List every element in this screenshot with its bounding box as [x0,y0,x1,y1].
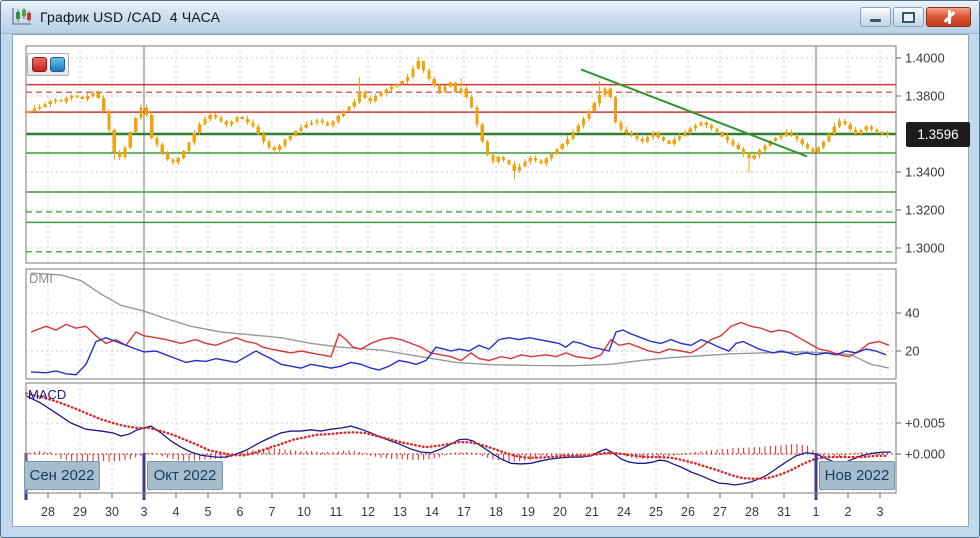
dmi-lines [31,273,889,375]
svg-text:13: 13 [393,505,407,519]
svg-text:12: 12 [361,505,375,519]
svg-text:19: 19 [521,505,535,519]
svg-text:31: 31 [777,505,791,519]
price-levels [26,85,896,252]
chart-canvas[interactable]: 1.4000 1.3800 1.3400 1.3200 1.3000 40 20 +0.005… [1,1,980,538]
svg-text:2: 2 [845,505,852,519]
svg-text:20: 20 [553,505,567,519]
svg-text:24: 24 [617,505,631,519]
svg-text:25: 25 [649,505,663,519]
svg-text:7: 7 [269,505,276,519]
svg-text:1.3000: 1.3000 [905,241,945,256]
svg-text:14: 14 [425,505,439,519]
svg-text:21: 21 [585,505,599,519]
svg-text:1.3200: 1.3200 [905,203,945,218]
svg-text:3: 3 [141,505,148,519]
month-label-oct: Окт 2022 [147,461,223,490]
svg-text:1.4000: 1.4000 [905,51,945,66]
svg-text:+0.005: +0.005 [905,416,945,431]
svg-text:27: 27 [713,505,727,519]
svg-text:17: 17 [457,505,471,519]
svg-text:29: 29 [73,505,87,519]
candles [27,57,889,180]
svg-text:26: 26 [681,505,695,519]
svg-text:+0.000: +0.000 [905,447,945,462]
svg-text:1: 1 [813,505,820,519]
svg-text:28: 28 [745,505,759,519]
svg-text:20: 20 [905,344,919,359]
svg-text:1.3800: 1.3800 [905,89,945,104]
red-square-button[interactable] [32,57,47,72]
current-price-badge: 1.3596 [906,122,970,147]
panel-borders [26,46,896,493]
svg-text:30: 30 [105,505,119,519]
svg-text:40: 40 [905,306,919,321]
svg-text:1.3400: 1.3400 [905,165,945,180]
month-label-sep: Сен 2022 [24,461,100,490]
svg-text:3: 3 [877,505,884,519]
svg-text:28: 28 [41,505,55,519]
svg-text:5: 5 [205,505,212,519]
svg-text:11: 11 [330,505,343,519]
svg-text:18: 18 [489,505,503,519]
blue-square-button[interactable] [50,57,65,72]
macd-panel-label: MACD [28,387,66,402]
svg-text:6: 6 [237,505,244,519]
dmi-panel-label: DMI [29,271,53,286]
chart-toolbar [27,53,69,76]
chart-window: График USD /CAD 4 ЧАСА 1.40001.38001.340… [0,0,980,538]
month-label-nov: Нов 2022 [819,461,895,490]
svg-text:4: 4 [173,505,180,519]
svg-text:10: 10 [297,505,311,519]
